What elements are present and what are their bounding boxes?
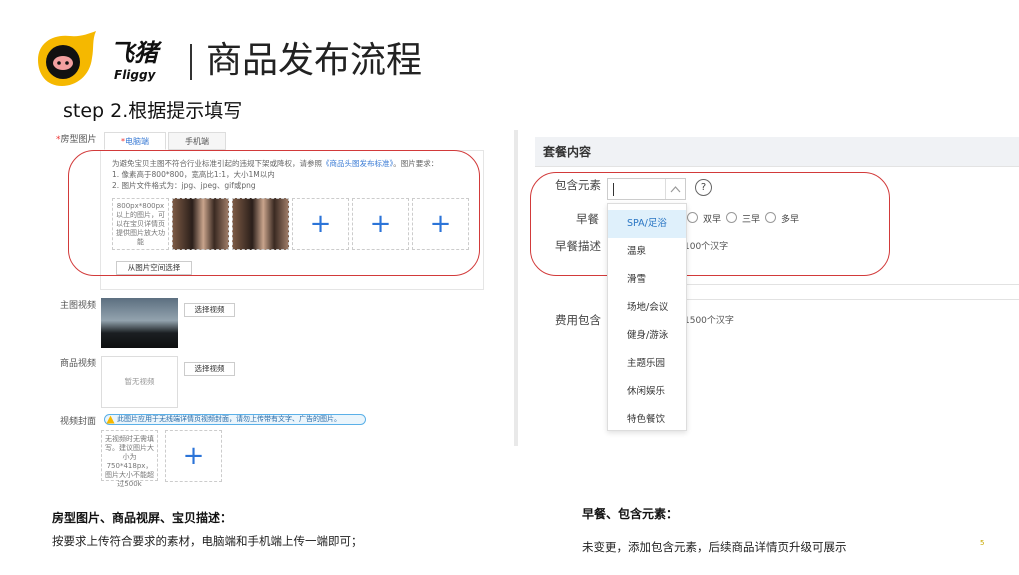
title-divider <box>190 44 192 80</box>
room-photos-label-text: 房型图片 <box>60 135 97 145</box>
left-caption-heading: 房型图片、商品视屏、宝贝描述： <box>52 511 233 525</box>
highlight-oval-right <box>530 172 890 276</box>
choose-video-button[interactable]: 选择视频 <box>184 303 235 317</box>
include-elements-dropdown: SPA/足浴 温泉 滑雪 场地/会议 健身/游泳 主题乐园 休闲娱乐 特色餐饮 <box>607 203 687 431</box>
tab-desktop-label: 电脑端 <box>125 137 149 146</box>
fliggy-logo-icon <box>38 31 96 86</box>
dropdown-item-hot-spring[interactable]: 温泉 <box>608 238 686 266</box>
fee-field-top-border <box>686 299 1019 300</box>
cover-hint-text: 无视频时无需填写。建议图片大小为750*418px，图片大小不能超过500k <box>105 435 154 488</box>
dropdown-item-theme-park[interactable]: 主题乐园 <box>608 350 686 378</box>
warning-text: 此图片应用于无线端详情页视频封面，请勿上传带有文字、广告的图片。 <box>117 415 341 423</box>
main-video-label: 主图视频 <box>60 301 97 311</box>
tab-mobile[interactable]: 手机端 <box>168 132 226 150</box>
dropdown-item-leisure[interactable]: 休闲娱乐 <box>608 378 686 406</box>
logo-cn-text: 飞猪 <box>110 39 158 67</box>
add-cover-button[interactable]: + <box>165 430 222 482</box>
package-section-header: 套餐内容 <box>535 137 1019 167</box>
tab-desktop[interactable]: *电脑端 <box>104 132 166 150</box>
page-number: 5 <box>980 539 985 547</box>
dropdown-item-fitness[interactable]: 健身/游泳 <box>608 322 686 350</box>
choose-video-button-2[interactable]: 选择视频 <box>184 362 235 376</box>
breakfast-desc-field-border <box>686 284 1019 285</box>
plus-icon: + <box>182 441 205 471</box>
fee-includes-label: 费用包含 <box>555 313 601 327</box>
warning-icon <box>106 415 115 424</box>
video-cover-warning: 此图片应用于无线端详情页视频封面，请勿上传带有文字、广告的图片。 <box>104 414 366 425</box>
no-video-placeholder: 暂无视频 <box>101 356 178 408</box>
main-video-thumbnail[interactable] <box>101 298 178 348</box>
step-heading: step 2.根据提示填写 <box>63 100 243 122</box>
tab-mobile-label: 手机端 <box>185 137 209 146</box>
right-caption-text: 未变更，添加包含元素，后续商品详情页升级可展示 <box>582 540 847 554</box>
room-photos-label: *房型图片 <box>56 132 97 145</box>
cover-hint-box[interactable]: 无视频时无需填写。建议图片大小为750*418px，图片大小不能超过500k <box>101 430 158 488</box>
page-title: 商品发布流程 <box>206 40 423 81</box>
video-cover-label: 视频封面 <box>60 417 97 427</box>
fee-limit: 1500个汉字 <box>684 316 734 326</box>
dropdown-item-spa[interactable]: SPA/足浴 <box>608 210 686 238</box>
dropdown-item-venue[interactable]: 场地/会议 <box>608 294 686 322</box>
product-video-label: 商品视频 <box>60 359 97 369</box>
highlight-oval-left <box>68 150 480 276</box>
right-caption-heading: 早餐、包含元素： <box>582 507 679 521</box>
dropdown-item-dining[interactable]: 特色餐饮 <box>608 406 686 434</box>
logo-en-text: Fliggy <box>114 68 156 82</box>
left-caption-text: 按要求上传符合要求的素材，电脑端和手机端上传一端即可； <box>52 534 363 548</box>
dropdown-item-ski[interactable]: 滑雪 <box>608 266 686 294</box>
panel-separator <box>514 130 518 446</box>
